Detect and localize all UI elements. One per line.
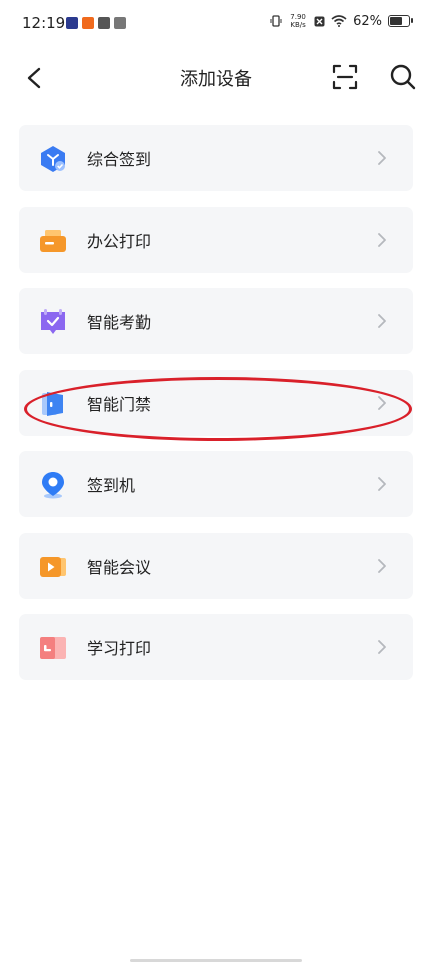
- scan-icon[interactable]: [332, 64, 358, 90]
- book-icon: [40, 637, 66, 659]
- status-time: 12:19: [22, 14, 66, 32]
- device-item-comprehensive-checkin[interactable]: 综合签到: [19, 125, 413, 191]
- app-notification-icon: [82, 17, 94, 29]
- app-notification-icon: [66, 17, 78, 29]
- chevron-right-icon: [378, 151, 386, 165]
- device-item-label: 学习打印: [87, 639, 152, 658]
- net-speed: 7.90 KB/s: [288, 13, 308, 29]
- device-item-checkin-machine[interactable]: 签到机: [19, 451, 413, 517]
- net-speed-unit: KB/s: [290, 21, 306, 29]
- device-item-label: 综合签到: [87, 150, 152, 169]
- chevron-right-icon: [378, 232, 386, 247]
- app-notification-icon: [114, 17, 126, 29]
- device-item-label: 智能门禁: [87, 394, 152, 414]
- home-indicator[interactable]: [130, 959, 302, 962]
- device-item-study-print[interactable]: 学习打印: [19, 614, 413, 680]
- device-item-smart-meeting[interactable]: 智能会议: [19, 532, 413, 599]
- wifi-icon: [331, 15, 347, 27]
- chevron-right-icon: [378, 558, 386, 573]
- status-bar: 12:19 7.90 KB/s 62%: [0, 0, 432, 52]
- nav-bar: 添加设备: [0, 52, 432, 104]
- chevron-right-icon: [378, 314, 386, 328]
- attendance-icon: [41, 309, 65, 334]
- chevron-right-icon: [378, 477, 386, 491]
- cube-check-icon: [41, 146, 65, 172]
- vibrate-icon: [270, 15, 282, 27]
- battery-percent: 62%: [353, 13, 382, 29]
- device-item-label: 智能会议: [87, 557, 152, 577]
- no-sim-icon: [314, 16, 325, 26]
- device-item-label: 智能考勤: [87, 313, 152, 332]
- status-right: 7.90 KB/s 62%: [270, 13, 413, 29]
- device-item-office-print[interactable]: 办公打印: [19, 206, 413, 273]
- device-item-smart-attendance[interactable]: 智能考勤: [19, 288, 413, 354]
- video-icon: [40, 556, 66, 577]
- search-icon[interactable]: [389, 63, 417, 91]
- device-list: 综合签到 办公打印 智能考勤 智能门禁 签到机 智能会议 学习打印: [19, 125, 413, 696]
- battery-icon: [388, 15, 413, 27]
- app-notification-icon: [98, 17, 110, 29]
- location-pin-icon: [42, 472, 64, 499]
- net-speed-value: 7.90: [290, 13, 306, 21]
- status-notification-icons: [66, 17, 126, 29]
- device-item-label: 办公打印: [87, 231, 152, 251]
- chevron-right-icon: [378, 640, 386, 654]
- page-title: 添加设备: [180, 69, 252, 90]
- door-icon: [42, 391, 63, 416]
- device-item-smart-access-control[interactable]: 智能门禁: [19, 369, 413, 436]
- back-icon[interactable]: [24, 66, 46, 90]
- device-item-label: 签到机: [87, 476, 136, 495]
- chevron-right-icon: [378, 395, 386, 410]
- printer-icon: [40, 229, 66, 252]
